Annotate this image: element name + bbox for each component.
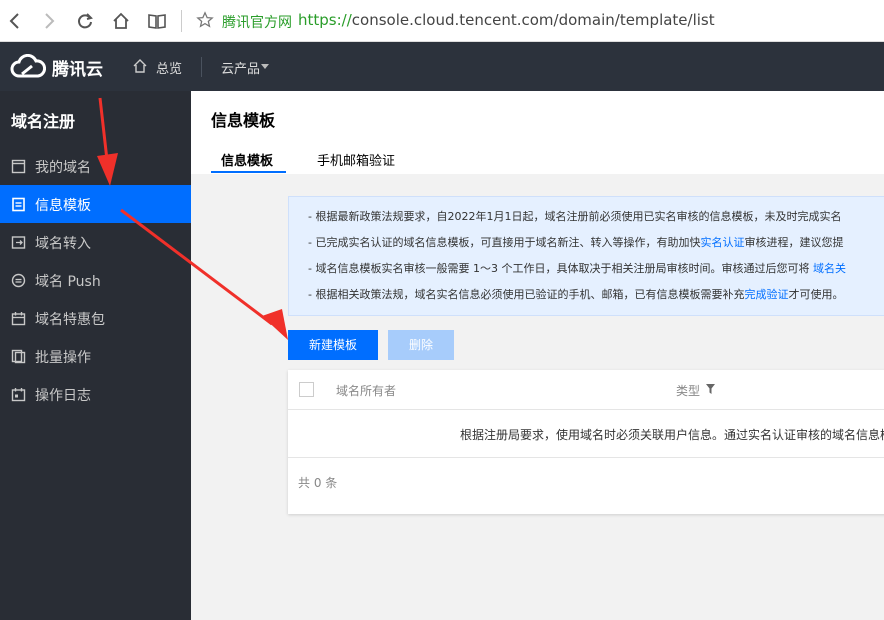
column-header-type: 类型 [676,384,701,398]
real-name-auth-link[interactable]: 实名认证 [700,236,744,249]
total-count: 共 0 条 [298,476,338,490]
sidebar-item-label: 域名 Push [35,274,101,290]
notice-text: 审核进程，建议您提 [744,236,844,249]
browser-toolbar: 腾讯官方网 https://console.cloud.tencent.com/… [0,0,884,42]
delete-button[interactable]: 删除 [388,330,454,360]
column-header-owner: 域名所有者 [336,384,397,398]
sidebar-item-label: 域名特惠包 [35,312,105,328]
tab-info-template[interactable]: 信息模板 [221,150,273,169]
domain-link[interactable]: 域名关 [813,262,846,275]
notice-text: - 已完成实名认证的域名信息模板，可直接用于域名新注、转入等操作，有助加快 [308,236,701,249]
main-content: 信息模板 信息模板 手机邮箱验证 - 根据最新政策法规要求，自2022年1月1日… [191,91,884,620]
table-header: 域名所有者 类型 [288,370,884,410]
sidebar-item-domain-transfer[interactable]: 域名转入 [0,223,191,261]
notice-text: - 根据相关政策法规，域名实名信息必须使用已验证的手机、邮箱，已有信息模板需要补… [308,288,745,301]
address-divider [181,10,182,32]
home-icon [113,12,129,29]
sidebar: 域名注册 我的域名 信息模板 域名转入 域名 Push 域名特惠包 批量操作 操… [0,91,191,620]
notice-line: - 已完成实名认证的域名信息模板，可直接用于域名新注、转入等操作，有助加快实名认… [308,234,843,250]
push-icon [11,273,26,288]
new-template-button[interactable]: 新建模板 [288,330,378,360]
notice-line: - 根据相关政策法规，域名实名信息必须使用已验证的手机、邮箱，已有信息模板需要补… [308,286,843,302]
transfer-icon [11,236,26,249]
chevron-right-icon [45,13,55,29]
tab-mobile-email-verify[interactable]: 手机邮箱验证 [317,150,395,169]
sidebar-item-op-log[interactable]: 操作日志 [0,375,191,413]
notice-line: - 域名信息模板实名审核一般需要 1～3 个工作日，具体取决于相关注册局审核时间… [308,260,846,276]
copy-icon [11,349,26,364]
sidebar-item-my-domains[interactable]: 我的域名 [0,147,191,185]
address-bar[interactable]: https://console.cloud.tencent.com/domain… [298,11,715,29]
sidebar-item-label: 操作日志 [35,388,91,404]
console-topnav: 腾讯云 总览 云产品 [0,42,884,91]
calendar-icon [11,312,26,326]
window-icon [11,159,26,174]
page-title: 信息模板 [211,111,276,130]
select-all-checkbox[interactable] [299,382,314,397]
template-table: 域名所有者 类型 根据注册局要求，使用域名时必须关联用户信息。通过实名认证审核的… [288,370,884,514]
notice-line: - 根据最新政策法规要求，自2022年1月1日起，域名注册前必须使用已实名审核的… [308,210,842,223]
notice-text: - 域名信息模板实名审核一般需要 1～3 个工作日，具体取决于相关注册局审核时间… [308,262,813,275]
star-icon[interactable] [196,11,214,29]
url-path: console.cloud.tencent.com/domain/templat… [351,11,715,29]
reload-button[interactable] [72,8,98,34]
sidebar-item-domain-package[interactable]: 域名特惠包 [0,299,191,337]
sidebar-item-label: 我的域名 [35,160,91,176]
notice-text: 才可使用。 [788,288,844,301]
complete-verification-link[interactable]: 完成验证 [744,288,788,301]
sidebar-item-domain-push[interactable]: 域名 Push [0,261,191,299]
policy-notice: - 根据最新政策法规要求，自2022年1月1日起，域名注册前必须使用已实名审核的… [288,196,884,316]
sidebar-item-info-template[interactable]: 信息模板 [0,185,191,223]
reload-icon [78,13,93,29]
page-header: 信息模板 信息模板 手机邮箱验证 [191,91,884,174]
sidebar-item-label: 信息模板 [35,198,91,214]
filter-icon[interactable] [706,384,715,394]
nav-divider [201,57,202,77]
document-icon [12,197,25,212]
brand-name[interactable]: 腾讯云 [52,55,103,80]
chevron-left-icon [9,13,19,29]
reader-button[interactable] [144,8,170,34]
products-menu[interactable]: 云产品 [221,58,260,77]
table-empty-row: 根据注册局要求，使用域名时必须关联用户信息。通过实名认证审核的域名信息模 [288,410,884,458]
back-button[interactable] [2,8,28,34]
site-name: 腾讯官方网 [222,15,292,31]
sidebar-title: 域名注册 [11,112,76,131]
sidebar-item-batch-ops[interactable]: 批量操作 [0,337,191,375]
home-icon[interactable] [132,58,148,74]
chevron-down-icon[interactable] [261,64,269,69]
sidebar-item-label: 批量操作 [35,350,91,366]
empty-message: 根据注册局要求，使用域名时必须关联用户信息。通过实名认证审核的域名信息模 [460,428,884,442]
book-icon [148,14,166,29]
url-scheme: https:// [298,11,352,29]
tencent-cloud-logo-icon[interactable] [10,54,46,80]
active-tab-indicator [211,171,286,173]
forward-button[interactable] [36,8,62,34]
home-button[interactable] [108,8,134,34]
log-icon [11,388,26,402]
overview-link[interactable]: 总览 [156,58,182,77]
sidebar-item-label: 域名转入 [35,236,91,252]
